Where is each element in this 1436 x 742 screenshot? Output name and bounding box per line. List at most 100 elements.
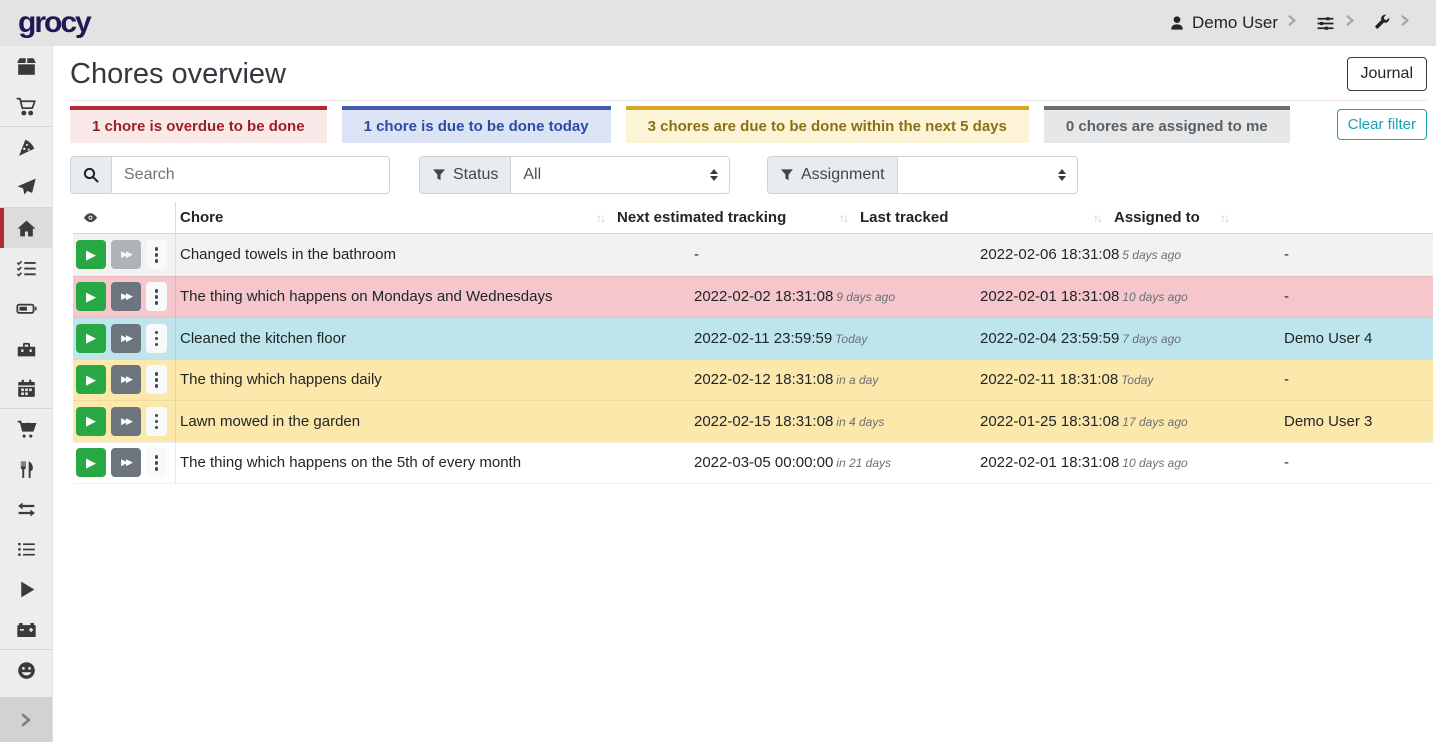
last-tracked-relative: 10 days ago [1122, 290, 1187, 304]
user-menu[interactable]: Demo User [1169, 13, 1305, 33]
track-chore-execution-button[interactable]: ▶ [76, 282, 106, 311]
sidebar-item-battery-tracking[interactable] [0, 609, 52, 649]
last-tracked-relative: 7 days ago [1122, 332, 1181, 346]
search-icon [83, 167, 99, 183]
table-row: ▶ ▶▶ The thing which happens daily 2022-… [73, 359, 1433, 401]
next-tracking-datetime: 2022-02-02 18:31:08 [694, 288, 833, 305]
track-chore-execution-button[interactable]: ▶ [76, 240, 106, 269]
sort-icon[interactable]: ↑↓ [1093, 211, 1101, 225]
last-tracked-datetime: 2022-02-06 18:31:08 [980, 246, 1119, 263]
sidebar-item-inventory[interactable] [0, 529, 52, 569]
assigned-user: - [1280, 246, 1433, 263]
column-header-assigned-to[interactable]: Assigned to [1114, 209, 1200, 226]
last-tracked-datetime: 2022-02-04 23:59:59 [980, 330, 1119, 347]
search-input[interactable] [111, 156, 390, 194]
clear-filter-button[interactable]: Clear filter [1337, 109, 1427, 140]
sidebar-item-equipment[interactable] [0, 328, 52, 368]
chevron-right-icon [1400, 14, 1410, 32]
assigned-to-me-filter-card[interactable]: 0 chores are assigned to me [1044, 106, 1290, 143]
sort-icon[interactable]: ↑↓ [839, 211, 847, 225]
track-chore-execution-button[interactable]: ▶ [76, 448, 106, 477]
column-header-last-tracked[interactable]: Last tracked [860, 209, 948, 226]
eye-icon[interactable] [82, 210, 99, 225]
chevron-right-icon [20, 713, 32, 727]
fast-forward-icon: ▶▶ [121, 457, 131, 468]
admin-menu[interactable] [1373, 14, 1418, 32]
skip-chore-button[interactable]: ▶▶ [111, 282, 141, 311]
grocy-logo[interactable]: grocy [18, 6, 90, 40]
user-icon [1169, 15, 1185, 31]
next-tracking-datetime: 2022-03-05 00:00:00 [694, 454, 833, 471]
sort-icon[interactable]: ↑↓ [1220, 211, 1228, 225]
column-header-chore[interactable]: Chore [180, 209, 223, 226]
sort-icon[interactable]: ↑↓ [596, 211, 604, 225]
sidebar-item-recipes[interactable] [0, 127, 52, 167]
track-chore-execution-button[interactable]: ▶ [76, 324, 106, 353]
fast-forward-icon: ▶▶ [121, 333, 131, 344]
shopping-cart-icon [16, 96, 37, 117]
assigned-user: - [1280, 371, 1433, 388]
chore-row-menu-button[interactable] [146, 324, 167, 353]
skip-chore-button[interactable]: ▶▶ [111, 365, 141, 394]
sidebar-item-user-dashboard[interactable] [0, 650, 52, 690]
sidebar-item-calendar[interactable] [0, 368, 52, 408]
assigned-user: Demo User 4 [1280, 330, 1433, 347]
play-icon: ▶ [86, 330, 96, 346]
table-row: ▶ ▶▶ The thing which happens on the 5th … [73, 442, 1433, 484]
skip-chore-button[interactable]: ▶▶ [111, 240, 141, 269]
next-tracking-datetime: 2022-02-11 23:59:59 [694, 330, 832, 347]
settings-menu[interactable] [1315, 14, 1363, 33]
vertical-ellipsis-icon [155, 455, 159, 471]
due-today-filter-card[interactable]: 1 chore is due to be done today [342, 106, 611, 143]
track-chore-execution-button[interactable]: ▶ [76, 407, 106, 436]
last-tracked-relative: Today [1121, 373, 1153, 387]
sidebar-item-shopping-list[interactable] [0, 86, 52, 126]
sidebar-expand-button[interactable] [0, 697, 52, 742]
list-icon [16, 539, 37, 560]
chore-row-menu-button[interactable] [146, 365, 167, 394]
sidebar-item-batteries-overview[interactable] [0, 288, 52, 328]
chore-name: Cleaned the kitchen floor [176, 330, 690, 347]
skip-chore-button[interactable]: ▶▶ [111, 407, 141, 436]
sidebar-item-meal-plan[interactable] [0, 167, 52, 207]
skip-chore-button[interactable]: ▶▶ [111, 448, 141, 477]
top-navbar: grocy Demo User [0, 0, 1436, 46]
next-tracking-datetime: 2022-02-15 18:31:08 [694, 413, 833, 430]
status-select[interactable]: All [510, 156, 730, 194]
chore-row-menu-button[interactable] [146, 407, 167, 436]
sidebar-item-consume[interactable] [0, 449, 52, 489]
skip-chore-button[interactable]: ▶▶ [111, 324, 141, 353]
vertical-ellipsis-icon [155, 289, 159, 305]
last-tracked-datetime: 2022-01-25 18:31:08 [980, 413, 1119, 430]
sidebar-item-purchase[interactable] [0, 409, 52, 449]
vertical-ellipsis-icon [155, 247, 159, 263]
play-icon: ▶ [86, 247, 96, 263]
last-tracked-datetime: 2022-02-01 18:31:08 [980, 454, 1119, 471]
select-caret-icon [710, 169, 718, 181]
filter-funnel-icon [780, 168, 794, 182]
chore-row-menu-button[interactable] [146, 240, 167, 269]
sidebar-item-tasks[interactable] [0, 248, 52, 288]
paper-plane-icon [16, 177, 37, 198]
sidebar-item-stock-overview[interactable] [0, 46, 52, 86]
exchange-arrows-icon [16, 499, 37, 520]
table-row: ▶ ▶▶ The thing which happens on Mondays … [73, 276, 1433, 318]
journal-button[interactable]: Journal [1347, 57, 1427, 91]
overdue-filter-card[interactable]: 1 chore is overdue to be done [70, 106, 327, 143]
toolbox-icon [16, 338, 37, 359]
table-row: ▶ ▶▶ Lawn mowed in the garden 2022-02-15… [73, 400, 1433, 442]
last-tracked-datetime: 2022-02-11 18:31:08 [980, 371, 1118, 388]
sidebar-item-chore-tracking[interactable] [0, 569, 52, 609]
filter-bar: Status All Assignment [70, 156, 1427, 194]
sidebar-item-chores-overview[interactable] [0, 208, 52, 248]
due-soon-filter-card[interactable]: 3 chores are due to be done within the n… [626, 106, 1029, 143]
assignment-select[interactable] [897, 156, 1078, 194]
chevron-right-icon [1345, 14, 1355, 32]
chore-row-menu-button[interactable] [146, 282, 167, 311]
assigned-user: - [1280, 288, 1433, 305]
column-header-next-tracking[interactable]: Next estimated tracking [617, 209, 786, 226]
track-chore-execution-button[interactable]: ▶ [76, 365, 106, 394]
fast-forward-icon: ▶▶ [121, 374, 131, 385]
chore-row-menu-button[interactable] [146, 448, 167, 477]
sidebar-item-transfer[interactable] [0, 489, 52, 529]
